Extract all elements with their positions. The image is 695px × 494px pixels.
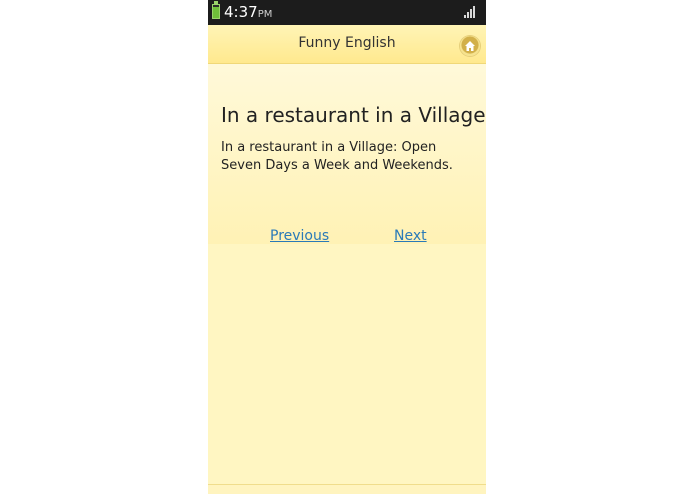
article-body: In a restaurant in a Village: Open Seven…	[221, 140, 453, 173]
home-button[interactable]	[460, 36, 480, 56]
app-title: Funny English	[298, 35, 396, 51]
clock-ampm: PM	[257, 9, 273, 20]
next-link[interactable]: Next	[394, 228, 427, 244]
signal-icon	[464, 6, 478, 18]
clock-time: 4:37	[224, 3, 258, 21]
status-bar: 4:37PM	[208, 0, 486, 25]
battery-icon	[212, 1, 220, 19]
status-clock: 4:37PM	[224, 3, 272, 24]
phone-screen: 4:37PM Funny English In a restaurant in …	[208, 0, 486, 494]
article-title: In a restaurant in a Village	[221, 103, 486, 127]
home-icon	[465, 41, 475, 51]
previous-link[interactable]: Previous	[270, 228, 329, 244]
footer-bar	[208, 484, 486, 494]
article-content: In a restaurant in a Village In a restau…	[208, 64, 486, 244]
app-header: Funny English	[208, 25, 486, 64]
